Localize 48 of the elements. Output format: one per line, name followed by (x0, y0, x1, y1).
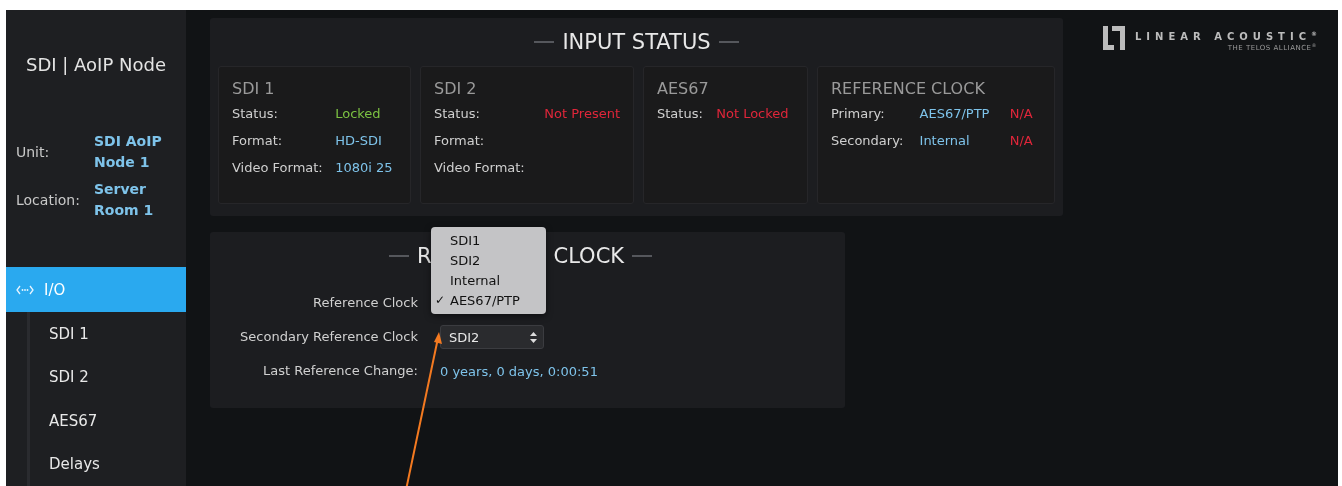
panel-heading: CLOCK (553, 244, 625, 268)
status-state: N/A (1008, 105, 1034, 123)
card-title: REFERENCE CLOCK (831, 79, 986, 98)
stepper-arrows-icon (530, 331, 537, 343)
logo-mark-icon (1103, 26, 1125, 50)
panel-heading: INPUT STATUS (562, 30, 711, 54)
status-label: Format: (434, 132, 486, 150)
info-value: SDI AoIP Node 1 (94, 132, 163, 172)
last-change-value: 0 years, 0 days, 0:00:51 (440, 362, 598, 381)
field-label: Reference Clock (312, 294, 418, 312)
card-title: SDI 1 (232, 79, 276, 98)
nav-subitem[interactable]: Delays (30, 442, 186, 486)
status-label: Secondary: (831, 132, 905, 150)
brand-name: LINEAR ACOUSTIC$^{®}$ (1135, 30, 1317, 43)
check-mark: ✓ (435, 293, 447, 307)
menu-option[interactable]: Internal (431, 270, 546, 290)
status-label: Format: (232, 132, 284, 150)
status-value: Locked (335, 105, 382, 123)
status-value: Not Locked (716, 105, 790, 123)
status-label: Status: (657, 105, 704, 123)
status-label: Status: (232, 105, 279, 123)
nav-subitem[interactable]: SDI 1 (30, 312, 186, 356)
status-label: Status: (434, 105, 481, 123)
menu-option[interactable]: SDI2 (431, 250, 546, 270)
field-label: Last Reference Change: (262, 362, 418, 380)
status-label: Video Format: (232, 159, 324, 177)
status-value: AES67/PTP (919, 105, 991, 123)
panel-heading: R (416, 244, 432, 268)
app-title: SDI | AoIP Node (25, 54, 167, 77)
info-label: Location: (16, 192, 81, 208)
card-title: AES67 (657, 79, 710, 98)
card-title: SDI 2 (434, 79, 478, 98)
status-value: Not Present (543, 105, 620, 123)
io-arrows-icon (16, 284, 34, 295)
status-state: N/A (1008, 132, 1034, 150)
status-label: Video Format: (434, 159, 525, 177)
status-label: Primary: (831, 105, 886, 123)
info-value: Server Room 1 (94, 180, 155, 220)
select-field[interactable]: SDI2 (440, 325, 544, 349)
status-value: Internal (919, 132, 971, 150)
menu-option[interactable]: SDI1 (431, 230, 546, 250)
field-label: Secondary Reference Clock (239, 328, 418, 346)
menu-option[interactable]: ✓ AES67/PTP (431, 290, 546, 310)
status-value: 1080i 25 (335, 159, 394, 177)
nav-subitem[interactable]: SDI 2 (30, 355, 186, 399)
nav-subitem[interactable]: AES67 (30, 399, 186, 443)
status-value: HD-SDI (335, 132, 383, 150)
info-label: Unit: (16, 144, 51, 160)
